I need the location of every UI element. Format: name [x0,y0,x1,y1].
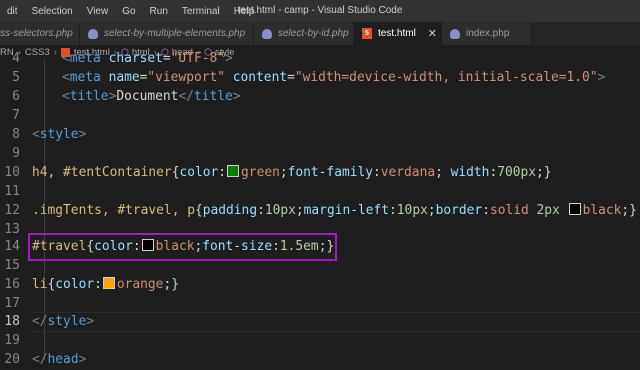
html5-icon: 5 [362,28,372,39]
code-line[interactable]: 17 [0,294,640,314]
code-line[interactable]: 12 .imgTents, #travel, p{padding:10px;ma… [0,201,640,221]
line-number: 15 [4,258,20,273]
code-text: h4, #tentContainer{color: green;font-fami… [32,165,552,180]
line-number: 5 [12,70,20,85]
line-number: 10 [4,165,20,180]
code-line[interactable]: 7 [0,106,640,126]
tab-label: test.html [378,28,416,39]
editor-tab-bar: ss-selectors.php select-by-multiple-elem… [0,22,640,45]
code-text: <meta name="viewport" content="width=dev… [62,70,606,85]
code-line[interactable]: 11 [0,182,640,202]
code-text: </head> [32,352,87,367]
code-text: <style> [32,127,87,142]
line-number: 6 [12,89,20,104]
line-number: 9 [12,146,20,161]
menu-edit[interactable]: dit [0,6,25,17]
line-number: 12 [4,203,20,218]
color-swatch-orange[interactable] [102,277,115,289]
line-number: 17 [4,296,20,311]
php-elephant-icon [450,28,460,39]
line-number: 18 [4,314,20,329]
code-line[interactable]: 5 <meta name="viewport" content="width=d… [0,68,640,88]
line-number: 4 [12,51,20,66]
tab-label: select-by-id.php [278,28,349,39]
selection-highlight-box [28,233,337,261]
menu-view[interactable]: View [80,6,116,17]
line-number: 20 [4,352,20,367]
code-editor[interactable]: 4 <meta charset="UTF-8"> 5 <meta name="v… [0,51,640,367]
tab-index-php[interactable]: index.php [442,22,532,45]
code-text: li{color: orange;} [32,277,179,292]
menu-run[interactable]: Run [143,6,175,17]
color-swatch-green[interactable] [227,165,240,177]
code-line[interactable]: 8 <style> [0,125,640,145]
tab-test-html[interactable]: 5 test.html ✕ [354,22,442,45]
tab-label: index.php [466,28,510,39]
menu-bar: dit Selection View Go Run Terminal Help [0,0,261,22]
php-elephant-icon [262,28,272,39]
close-tab-icon[interactable]: ✕ [428,27,437,40]
menu-terminal[interactable]: Terminal [175,6,227,17]
php-elephant-icon [88,28,98,39]
code-text: <title>Document</title> [62,89,241,104]
code-line[interactable]: 9 [0,144,640,164]
line-number: 11 [4,184,20,199]
menu-go[interactable]: Go [115,6,142,17]
line-number: 14 [4,239,20,254]
line-number: 19 [4,333,20,348]
line-number: 16 [4,277,20,292]
code-line[interactable]: 4 <meta charset="UTF-8"> [0,49,640,69]
tab-label: ss-selectors.php [0,28,73,39]
tab-select-by-id[interactable]: select-by-id.php [254,22,354,45]
code-line[interactable]: 6 <title>Document</title> [0,87,640,107]
code-text: <meta charset="UTF-8"> [62,51,233,66]
tab-ss-selectors[interactable]: ss-selectors.php [0,22,80,45]
title-bar: dit Selection View Go Run Terminal Help … [0,0,640,22]
code-line[interactable]: 16 li{color: orange;} [0,275,640,295]
code-line[interactable]: 20 </head> [0,350,640,370]
menu-selection[interactable]: Selection [25,6,80,17]
line-number: 7 [12,108,20,123]
color-swatch-black[interactable] [568,203,581,215]
code-line[interactable]: 19 [0,331,640,351]
tab-select-by-multiple-elements[interactable]: select-by-multiple-elements.php [80,22,254,45]
code-line[interactable]: 10 h4, #tentContainer{color: green;font-f… [0,163,640,183]
code-line[interactable]: 18 </style> [0,312,640,332]
menu-help[interactable]: Help [227,6,262,17]
line-number: 8 [12,127,20,142]
code-text: .imgTents, #travel, p{padding:10px;margi… [32,203,637,218]
tab-label: select-by-multiple-elements.php [104,28,246,39]
code-text: </style> [32,314,95,329]
